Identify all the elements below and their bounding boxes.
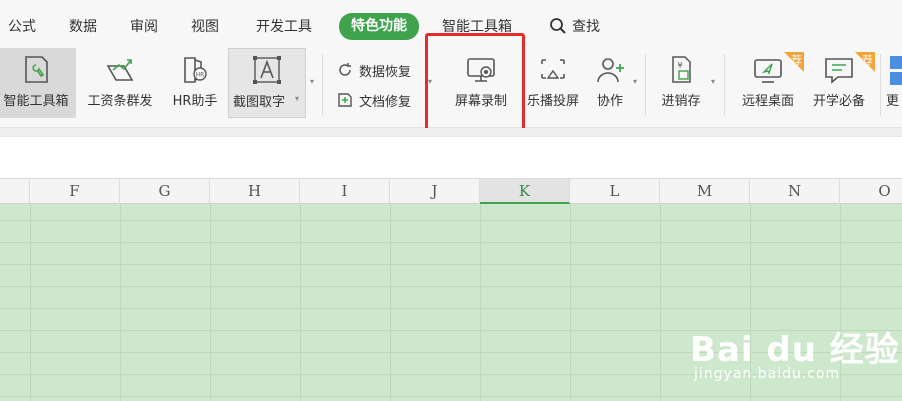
grid-line — [0, 264, 902, 265]
group-expand-icon[interactable]: ▾ — [633, 78, 641, 86]
doc-repair-icon — [338, 93, 352, 107]
collaborate-button[interactable]: 协作 — [588, 48, 632, 118]
data-recovery-icon — [339, 63, 351, 76]
remote-desktop-label: 远程桌面 — [741, 94, 794, 109]
column-header-o[interactable]: O — [840, 179, 902, 204]
group-expand-icon[interactable]: ▾ — [711, 78, 719, 86]
tab-developer[interactable]: 开发工具 — [256, 14, 312, 40]
grid-line — [300, 204, 301, 401]
inventory-label: 进销存 — [661, 94, 701, 109]
payslip-send-icon — [106, 59, 134, 81]
watermark-url: jingyan.baidu.com — [694, 366, 841, 382]
column-header-i[interactable]: I — [300, 179, 390, 204]
column-header-h[interactable]: H — [210, 179, 300, 204]
inventory-icon: ¥ — [672, 56, 691, 83]
grid-line — [660, 204, 661, 401]
more-label: 更 — [886, 94, 900, 109]
ribbon-separator — [645, 54, 646, 116]
group-expand-icon[interactable]: ▾ — [310, 78, 318, 86]
school-essentials-label: 开学必备 — [812, 94, 865, 109]
column-header-m[interactable]: M — [660, 179, 750, 204]
doc-repair-button[interactable]: 文档修复 — [337, 88, 427, 112]
column-header-j[interactable]: J — [390, 179, 480, 204]
ocr-text-label: 截图取字 — [233, 95, 286, 110]
grid-line — [0, 220, 902, 221]
ribbon-separator — [880, 54, 881, 116]
smart-toolbox-label: 智能工具箱 — [3, 94, 69, 109]
school-essentials-icon — [825, 58, 853, 84]
ocr-dropdown-icon[interactable]: ▾ — [295, 95, 303, 103]
highlight-annotation — [425, 33, 525, 137]
more-icon — [890, 56, 902, 85]
svg-text:HR: HR — [196, 72, 205, 79]
column-header-f[interactable]: F — [30, 179, 120, 204]
smart-toolbox-button[interactable]: 智能工具箱 — [0, 48, 76, 118]
tab-review[interactable]: 审阅 — [130, 14, 158, 40]
grid-line — [570, 204, 571, 401]
hr-assistant-icon: HR — [184, 57, 207, 83]
smart-toolbox-icon — [25, 56, 48, 83]
tab-data[interactable]: 数据 — [69, 14, 97, 40]
collaborate-label: 协作 — [596, 94, 623, 109]
data-recovery-button[interactable]: 数据恢复 — [337, 58, 427, 82]
ocr-text-icon — [253, 56, 281, 84]
grid-line — [120, 204, 121, 401]
search-icon[interactable] — [549, 17, 567, 35]
more-button[interactable]: 更 — [884, 48, 902, 118]
tab-special-features[interactable]: 特色功能 — [339, 13, 419, 40]
cast-screen-icon — [541, 59, 565, 79]
ribbon-separator — [724, 54, 725, 116]
payslip-send-button[interactable]: 工资条群发 — [80, 48, 160, 118]
search-button[interactable]: 查找 — [572, 14, 600, 40]
add-user-icon — [597, 58, 624, 83]
hr-assistant-button[interactable]: HR HR助手 — [164, 48, 226, 118]
data-recovery-label: 数据恢复 — [359, 65, 412, 80]
column-header-partial[interactable] — [0, 179, 30, 204]
column-header-k[interactable]: K — [480, 179, 570, 204]
grid-line — [210, 204, 211, 401]
payslip-send-label: 工资条群发 — [87, 94, 153, 109]
svg-text:¥: ¥ — [677, 61, 682, 70]
ribbon-separator — [322, 54, 323, 116]
grid-line — [0, 286, 902, 287]
column-header-row: F G H I J K L M N O — [0, 178, 902, 204]
cast-screen-button[interactable]: 乐播投屏 — [522, 48, 584, 118]
grid-line — [480, 204, 481, 401]
hr-assistant-label: HR助手 — [172, 94, 218, 109]
toolbar-gap — [0, 128, 902, 136]
grid-line — [390, 204, 391, 401]
baidu-watermark: Bai du 经验 jingyan.baidu.com — [690, 300, 902, 401]
column-header-n[interactable]: N — [750, 179, 840, 204]
cast-screen-label: 乐播投屏 — [526, 94, 579, 109]
remote-desktop-icon — [754, 59, 782, 83]
tab-view[interactable]: 视图 — [191, 14, 219, 40]
ocr-text-button[interactable]: 截图取字 ▾ — [228, 48, 306, 118]
doc-repair-label: 文档修复 — [359, 95, 412, 110]
formula-bar[interactable] — [0, 136, 902, 168]
column-header-g[interactable]: G — [120, 179, 210, 204]
grid-line — [0, 242, 902, 243]
column-header-l[interactable]: L — [570, 179, 660, 204]
watermark-logo-text: Bai du 经验 — [690, 330, 900, 370]
inventory-button[interactable]: ¥ 进销存 — [652, 48, 710, 118]
grid-line — [30, 204, 31, 401]
tab-formula[interactable]: 公式 — [8, 14, 36, 40]
